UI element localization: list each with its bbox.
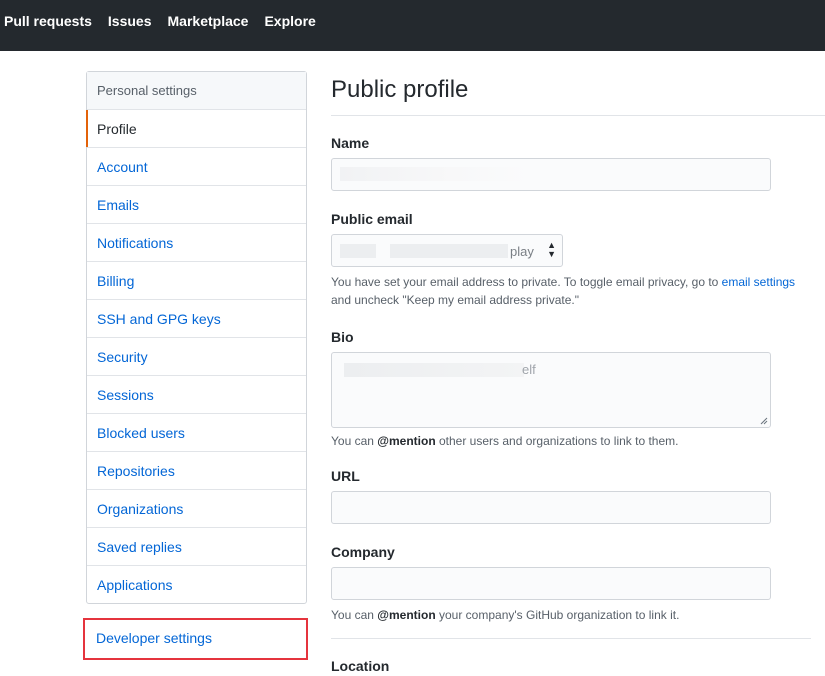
title-divider [331,115,825,116]
sidebar-item-blocked-users[interactable]: Blocked users [87,414,306,452]
url-input[interactable] [331,491,771,524]
company-input[interactable] [331,567,771,600]
developer-settings-link[interactable]: Developer settings [96,630,212,646]
select-arrows-icon: ▲ ▼ [547,240,556,259]
sidebar-item-billing[interactable]: Billing [87,262,306,300]
page-title: Public profile [331,76,469,103]
sidebar-item-applications[interactable]: Applications [87,566,306,603]
name-label: Name [331,135,370,151]
sidebar-item-organizations[interactable]: Organizations [87,490,306,528]
nav-issues[interactable]: Issues [108,12,152,30]
bio-value-tail: elf [522,362,536,377]
location-label: Location [331,658,390,674]
top-navigation-bar: Pull requests Issues Marketplace Explore [0,0,825,51]
name-input[interactable] [331,158,771,191]
public-email-label: Public email [331,211,413,227]
nav-pull-requests[interactable]: Pull requests [4,12,92,30]
bio-textarea[interactable]: elf [331,352,771,428]
sidebar-item-ssh-gpg-keys[interactable]: SSH and GPG keys [87,300,306,338]
url-label: URL [331,468,360,484]
sidebar-header: Personal settings [87,72,306,110]
top-nav: Pull requests Issues Marketplace Explore [4,12,316,30]
nav-marketplace[interactable]: Marketplace [168,12,249,30]
settings-sidebar: Personal settings Profile Account Emails… [86,71,307,604]
bio-label: Bio [331,329,354,345]
sidebar-item-profile[interactable]: Profile [86,110,306,148]
sidebar-item-security[interactable]: Security [87,338,306,376]
sidebar-item-repositories[interactable]: Repositories [87,452,306,490]
resize-grip-icon[interactable] [760,417,768,425]
nav-explore[interactable]: Explore [264,12,315,30]
section-divider [331,638,811,639]
sidebar-item-saved-replies[interactable]: Saved replies [87,528,306,566]
redacted-email-part [340,244,376,258]
redacted-email-part [390,244,508,258]
sidebar-item-notifications[interactable]: Notifications [87,224,306,262]
public-email-select[interactable]: play ▲ ▼ [331,234,563,267]
email-settings-link[interactable]: email settings [722,275,795,289]
sidebar-item-emails[interactable]: Emails [87,186,306,224]
bio-mention-note: You can @mention other users and organiz… [331,434,679,448]
company-label: Company [331,544,395,560]
company-mention-note: You can @mention your company's GitHub o… [331,608,680,622]
sidebar-item-account[interactable]: Account [87,148,306,186]
sidebar-item-sessions[interactable]: Sessions [87,376,306,414]
redacted-bio-text [344,363,524,377]
public-email-value-tail: play [510,244,534,259]
email-privacy-note: You have set your email address to priva… [331,275,796,307]
